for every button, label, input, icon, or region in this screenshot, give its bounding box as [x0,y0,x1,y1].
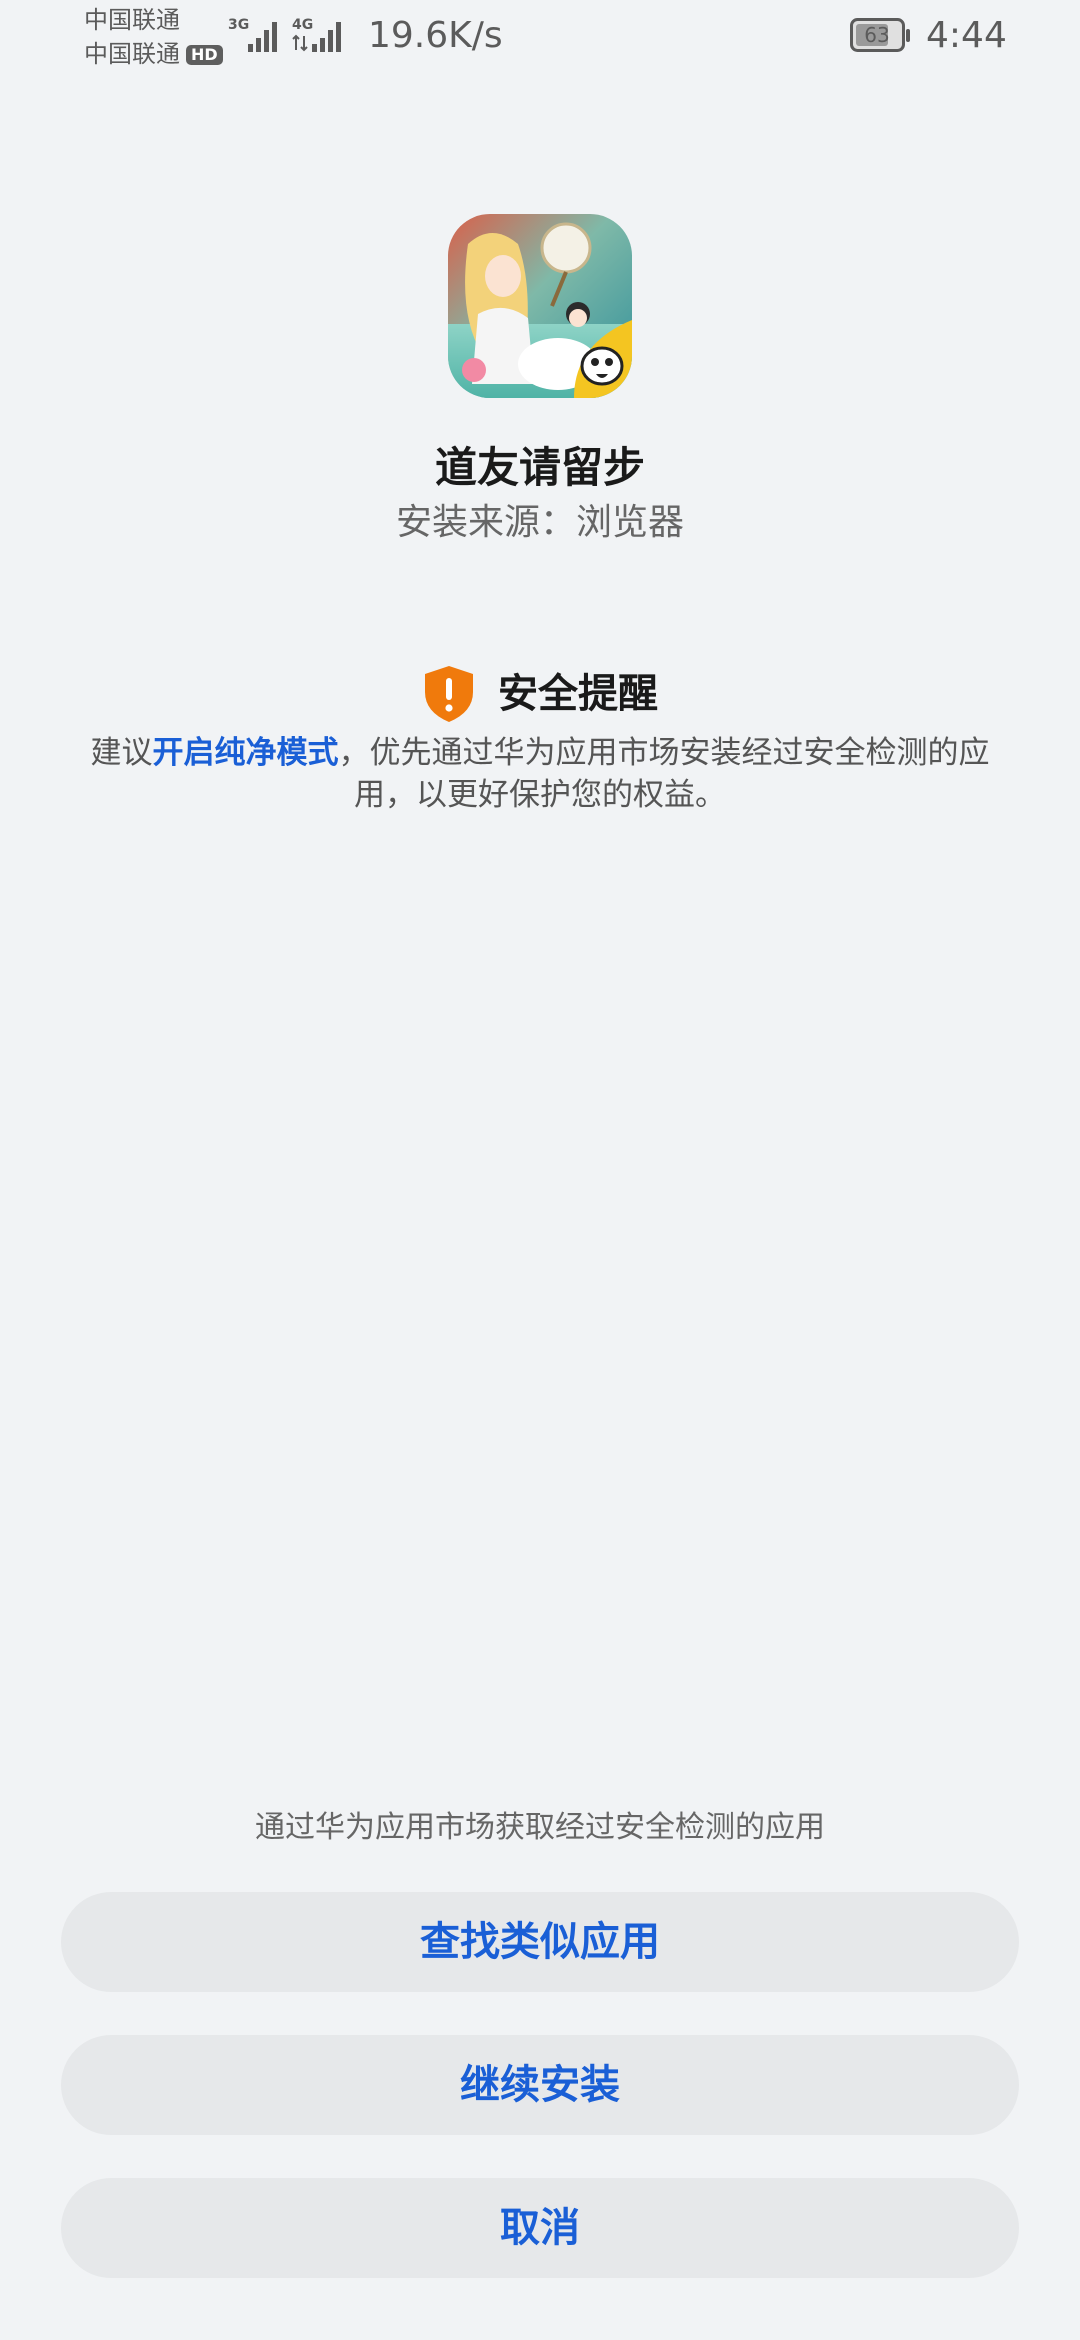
app-market-hint: 通过华为应用市场获取经过安全检测的应用 [255,1810,825,1845]
security-header-row: 安全提醒 [422,664,658,724]
signal-4g-label: 4G [292,17,313,33]
app-name: 道友请留步 [434,443,645,492]
signal-3g-label: 3G [228,17,249,33]
battery-level: 63 [864,23,890,47]
security-message: 建议开启纯净模式，优先通过华为应用市场安装经过安全检测的应用，以更好保护您的权益… [80,732,1000,816]
security-message-suffix: ，优先通过华为应用市场安装经过安全检测的应用，以更好保护您的权益。 [338,735,990,813]
network-speed: 19.6K/s [368,15,503,56]
cancel-button[interactable]: 取消 [61,2178,1019,2278]
battery-indicator: 63 [850,18,912,54]
app-illustration-icon [448,214,632,398]
app-icon [448,214,632,398]
status-bar: 中国联通 中国联通 HD 3G 4G 19.6K/s 63 4:44 [0,0,1080,80]
carrier-name-sim1: 中国联通 [84,6,180,34]
hd-badge: HD [186,45,223,65]
carrier-row-sim2: 中国联通 HD [84,40,223,68]
enable-pure-mode-link[interactable]: 开启纯净模式 [153,735,339,771]
signal-4g-icon: 4G [292,17,341,52]
shield-warning-icon [425,666,473,722]
signal-3g-icon: 3G [228,17,277,52]
carrier-name-sim2: 中国联通 [84,40,180,68]
continue-install-button[interactable]: 继续安装 [61,2035,1019,2135]
security-message-prefix: 建议 [90,735,153,771]
install-warning-screen: 中国联通 中国联通 HD 3G 4G 19.6K/s 63 4:44 道友请留步… [0,0,1080,2340]
clock: 4:44 [926,15,1007,56]
install-source: 安装来源：浏览器 [395,502,684,543]
security-title: 安全提醒 [498,671,658,717]
security-header: 安全提醒 [0,664,1080,730]
find-similar-apps-button[interactable]: 查找类似应用 [61,1892,1019,1992]
